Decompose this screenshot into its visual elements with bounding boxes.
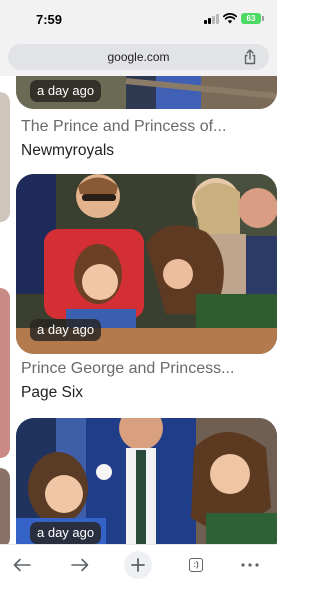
tabs-button[interactable]: :) xyxy=(182,551,210,579)
back-button[interactable] xyxy=(8,551,36,579)
share-icon[interactable] xyxy=(243,49,257,65)
result-image[interactable]: a day ago xyxy=(16,418,277,544)
time-chip: a day ago xyxy=(30,522,102,544)
time-chip: a day ago xyxy=(30,319,102,341)
new-tab-button[interactable] xyxy=(124,551,152,579)
time-chip: a day ago xyxy=(30,80,102,102)
side-image-peek[interactable] xyxy=(0,468,10,544)
battery-icon: 63 xyxy=(241,13,264,24)
back-arrow-icon xyxy=(13,558,31,572)
status-bar: 7:59 63 xyxy=(0,0,277,40)
result-source[interactable]: Newmyroyals xyxy=(21,142,114,160)
bottom-toolbar: :) xyxy=(0,544,277,600)
more-dots-icon xyxy=(241,563,259,567)
result-title[interactable]: The Prince and Princess of... xyxy=(21,118,226,136)
wifi-icon xyxy=(223,13,237,24)
status-icons: 63 xyxy=(204,13,264,24)
tabs-icon: :) xyxy=(189,558,203,572)
forward-button[interactable] xyxy=(66,551,94,579)
url-text: google.com xyxy=(107,50,170,64)
result-source[interactable]: Page Six xyxy=(21,384,83,402)
new-tab-plus-icon xyxy=(131,558,145,572)
result-title[interactable]: Prince George and Princess... xyxy=(21,360,234,378)
side-image-peek[interactable] xyxy=(0,288,10,458)
forward-arrow-icon xyxy=(71,558,89,572)
image-results: a day ago The Prince and Princess of... … xyxy=(0,76,277,544)
status-time: 7:59 xyxy=(36,12,63,27)
result-image[interactable]: a day ago xyxy=(16,76,277,109)
result-image[interactable]: a day ago xyxy=(16,174,277,354)
side-image-peek[interactable] xyxy=(0,92,10,222)
signal-icon xyxy=(204,13,219,24)
address-bar[interactable]: google.com xyxy=(8,44,269,70)
url-bar-area: google.com xyxy=(0,40,277,76)
more-button[interactable] xyxy=(236,551,264,579)
